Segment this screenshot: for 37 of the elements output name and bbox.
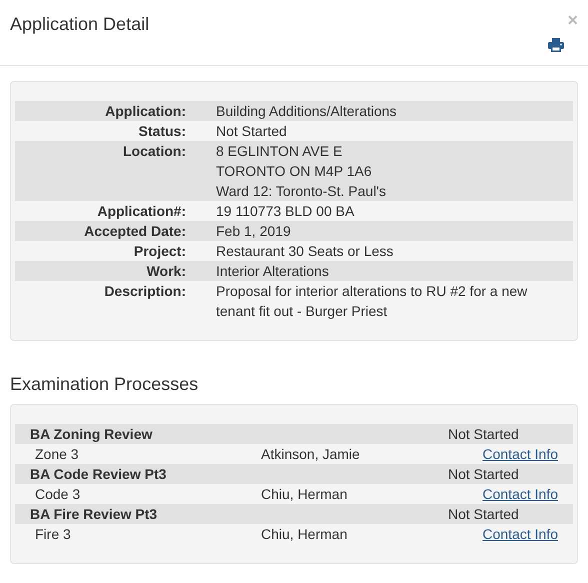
process-status: Not Started — [448, 425, 520, 444]
field-value: Proposal for interior alterations to RU #2 for a new — [216, 282, 528, 301]
process-name: BA Zoning Review — [29, 425, 154, 444]
contact-link[interactable]: Contact Info — [482, 444, 558, 464]
field-value: Building Additions/Alterations — [216, 102, 397, 121]
examiner-name: Chiu, Herman — [261, 485, 348, 504]
field-label: Status: — [138, 122, 186, 141]
field-value: Feb 1, 2019 — [216, 222, 291, 241]
field-value: tenant fit out - Burger Priest — [216, 302, 388, 321]
dialog-title: Application Detail — [10, 13, 150, 35]
examiner-name: Chiu, Herman — [261, 525, 348, 544]
process-status: Not Started — [448, 465, 520, 484]
field-label: Application: — [104, 102, 186, 121]
field-label: Accepted Date: — [83, 222, 186, 241]
field-value: TORONTO ON M4P 1A6 — [216, 162, 373, 181]
field-value: 8 EGLINTON AVE E — [216, 142, 344, 161]
field-value: Interior Alterations — [216, 262, 329, 281]
examiner-name: Atkinson, Jamie — [261, 445, 361, 464]
field-label: Project: — [132, 242, 186, 261]
field-value: 19 110773 BLD 00 BA — [216, 202, 354, 221]
field-label: Location: — [122, 142, 186, 161]
field-label: Application#: — [96, 202, 186, 221]
field-label: Description: — [103, 282, 186, 301]
process-status: Not Started — [448, 505, 520, 524]
process-unit: Zone 3 — [34, 445, 80, 464]
process-unit: Code 3 — [34, 485, 82, 504]
field-label: Work: — [146, 262, 186, 281]
process-unit: Fire 3 — [34, 525, 72, 544]
contact-link[interactable]: Contact Info — [482, 524, 558, 544]
field-value: Not Started — [216, 122, 287, 141]
process-name: BA Fire Review Pt3 — [29, 505, 158, 524]
print-icon[interactable] — [548, 38, 564, 52]
process-name: BA Code Review Pt3 — [29, 465, 168, 484]
contact-link[interactable]: Contact Info — [482, 484, 558, 504]
section-heading: Examination Processes — [10, 373, 200, 395]
field-value: Ward 12: Toronto-St. Paul's — [216, 182, 386, 201]
field-value: Restaurant 30 Seats or Less — [216, 242, 394, 261]
